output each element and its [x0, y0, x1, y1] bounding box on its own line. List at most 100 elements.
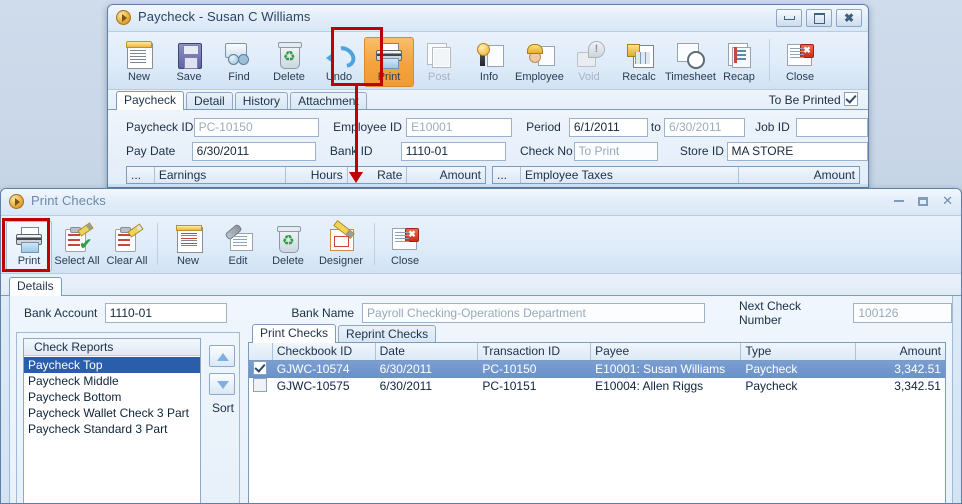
checks-grid[interactable]: Checkbook ID Date Transaction ID Payee T…	[248, 343, 946, 503]
to-be-printed-checkbox[interactable]	[844, 92, 858, 106]
toolbar-button-print[interactable]: Print	[6, 221, 52, 271]
sort-down-button[interactable]	[209, 373, 235, 395]
toolbar-button-edit[interactable]: Edit	[213, 221, 263, 271]
close-button[interactable]: ✕	[942, 194, 953, 207]
row-checkbox[interactable]	[253, 361, 267, 375]
toolbar-button-delete[interactable]: Delete	[264, 37, 314, 87]
to-be-printed-group[interactable]: To Be Printed	[769, 92, 858, 107]
bank-name-field[interactable]: Payroll Checking-Operations Department	[362, 303, 705, 323]
bank-account-field[interactable]: 1110-01	[104, 303, 228, 323]
toolbar-button-print[interactable]: Print	[364, 37, 414, 87]
taxes-grid-header: ... Employee Taxes Amount	[492, 166, 860, 184]
print-checks-window-controls: ✕	[894, 194, 953, 207]
to-be-printed-label: To Be Printed	[768, 93, 841, 107]
toolbar-button-info[interactable]: Info	[464, 37, 514, 87]
sort-up-button[interactable]	[209, 345, 235, 367]
checks-grid-panel: Print Checks Reprint Checks Checkbook ID…	[248, 324, 946, 503]
toolbar-button-find[interactable]: Find	[214, 37, 264, 87]
list-item[interactable]: Paycheck Bottom	[24, 389, 200, 405]
minimize-button[interactable]	[776, 9, 802, 27]
bank-id-field[interactable]: 1110-01	[400, 141, 506, 161]
check-no-field[interactable]: To Print	[573, 141, 658, 161]
tab-print-checks[interactable]: Print Checks	[252, 324, 337, 343]
tab-details[interactable]: Details	[9, 277, 62, 296]
toolbar-button-timesheet[interactable]: Timesheet	[664, 37, 716, 87]
timesheet-clock-icon	[673, 40, 705, 70]
toolbar-label-close: Close	[785, 71, 815, 83]
grid-col-transaction-id[interactable]: Transaction ID	[478, 343, 592, 360]
row-type: Paycheck	[745, 362, 798, 376]
grid-col-date[interactable]: Date	[376, 343, 479, 360]
toolbar-label-select-all: Select All	[54, 255, 100, 267]
toolbar-button-close[interactable]: ✖ Close	[380, 221, 430, 271]
toolbar-button-undo[interactable]: Undo	[314, 37, 364, 87]
check-reports-list[interactable]: Paycheck Top Paycheck Middle Paycheck Bo…	[24, 356, 200, 437]
grid-col-payee[interactable]: Payee	[591, 343, 742, 360]
toolbar-button-employee[interactable]: Employee	[514, 37, 564, 87]
grid-col-type[interactable]: Type	[741, 343, 857, 360]
pay-date-field[interactable]: 6/30/2011	[191, 141, 316, 161]
next-check-number-field[interactable]: 100126	[853, 303, 952, 323]
list-item[interactable]: Paycheck Middle	[24, 373, 200, 389]
paycheck-id-field[interactable]: PC-10150	[193, 117, 320, 137]
taxes-col-name[interactable]: Employee Taxes	[521, 167, 739, 183]
toolbar-button-new[interactable]: New	[163, 221, 213, 271]
earnings-col-amount[interactable]: Amount	[407, 167, 485, 183]
toolbar-button-select-all[interactable]: ✔ Select All	[52, 221, 102, 271]
toolbar-button-void[interactable]: Void	[564, 37, 614, 87]
row-transaction-id: PC-10150	[482, 362, 537, 376]
grid-col-checkbox[interactable]	[249, 343, 273, 360]
store-id-field[interactable]: MA STORE	[726, 141, 868, 161]
grid-col-checkbook-id[interactable]: Checkbook ID	[273, 343, 376, 360]
list-item[interactable]: Paycheck Top	[24, 357, 200, 373]
job-id-field[interactable]	[795, 117, 868, 137]
tab-detail[interactable]: Detail	[186, 92, 233, 110]
toolbar-button-delete[interactable]: Delete	[263, 221, 313, 271]
toolbar-label-undo: Undo	[325, 71, 353, 83]
toolbar-label-edit: Edit	[228, 255, 248, 267]
row-checkbox-cell[interactable]	[249, 378, 273, 395]
wrench-edit-icon	[222, 223, 254, 254]
toolbar-button-clear-all[interactable]: Clear All	[102, 221, 152, 271]
grid-col-amount[interactable]: Amount	[856, 343, 945, 360]
row-checkbox[interactable]	[253, 378, 267, 392]
toolbar-label-print: Print	[377, 71, 401, 83]
binoculars-icon	[223, 40, 255, 70]
list-item[interactable]: Paycheck Wallet Check 3 Part	[24, 405, 200, 421]
print-checks-window-title: Print Checks	[31, 193, 106, 208]
check-reports-listbox[interactable]: Check Reports Paycheck Top Paycheck Midd…	[23, 338, 201, 503]
minimize-button[interactable]	[894, 200, 905, 202]
taxes-col-amount[interactable]: Amount	[739, 167, 859, 183]
toolbar-button-recalc[interactable]: Recalc	[614, 37, 664, 87]
pay-date-label: Pay Date	[126, 144, 176, 158]
toolbar-label-save: Save	[176, 71, 202, 83]
earnings-col-hours[interactable]: Hours	[286, 167, 348, 183]
maximize-button[interactable]	[806, 9, 832, 27]
table-row[interactable]: GJWC-10574 6/30/2011 PC-10150 E10001: Su…	[249, 361, 945, 378]
table-row[interactable]: GJWC-10575 6/30/2011 PC-10151 E10004: Al…	[249, 378, 945, 395]
close-button[interactable]: ✖	[836, 9, 862, 27]
tab-paycheck[interactable]: Paycheck	[116, 91, 185, 110]
earnings-col-earnings[interactable]: Earnings	[155, 167, 287, 183]
toolbar-button-save[interactable]: Save	[164, 37, 214, 87]
toolbar-button-designer[interactable]: Designer	[313, 219, 369, 271]
tab-history[interactable]: History	[234, 92, 289, 110]
bank-name-label: Bank Name	[291, 306, 355, 320]
period-label: Period	[526, 120, 561, 134]
period-from-field[interactable]: 6/1/2011	[568, 117, 648, 137]
toolbar-button-new[interactable]: New	[114, 37, 164, 87]
toolbar-button-recap[interactable]: Recap	[714, 37, 764, 87]
earnings-col-ellipsis[interactable]: ...	[127, 167, 155, 183]
triangle-down-icon	[217, 381, 229, 389]
employee-id-field[interactable]: E10001	[406, 117, 513, 137]
list-item[interactable]: Paycheck Standard 3 Part	[24, 421, 200, 437]
tab-reprint-checks[interactable]: Reprint Checks	[338, 325, 437, 343]
toolbar-button-post[interactable]: Post	[414, 37, 464, 87]
toolbar-button-close[interactable]: ✖ Close	[775, 37, 825, 87]
maximize-button[interactable]	[918, 196, 929, 206]
row-checkbox-cell[interactable]	[249, 361, 273, 378]
period-to-label: to	[650, 120, 661, 134]
toolbar-label-close: Close	[390, 255, 420, 267]
taxes-col-ellipsis[interactable]: ...	[493, 167, 521, 183]
period-to-field[interactable]: 6/30/2011	[663, 117, 746, 137]
